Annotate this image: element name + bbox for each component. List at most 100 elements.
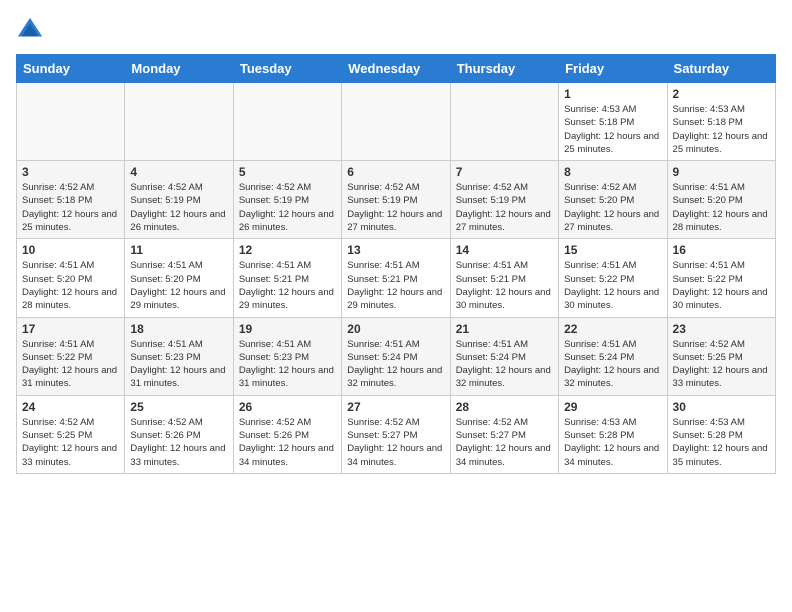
logo-icon: [16, 16, 44, 44]
day-info: Sunrise: 4:51 AM Sunset: 5:24 PM Dayligh…: [456, 338, 553, 391]
day-info: Sunrise: 4:52 AM Sunset: 5:19 PM Dayligh…: [347, 181, 444, 234]
day-info: Sunrise: 4:51 AM Sunset: 5:24 PM Dayligh…: [347, 338, 444, 391]
calendar-cell: 30Sunrise: 4:53 AM Sunset: 5:28 PM Dayli…: [667, 395, 775, 473]
day-info: Sunrise: 4:51 AM Sunset: 5:20 PM Dayligh…: [22, 259, 119, 312]
calendar-cell: [17, 83, 125, 161]
calendar-day-header: Sunday: [17, 55, 125, 83]
calendar-cell: 6 Sunrise: 4:52 AM Sunset: 5:19 PM Daylig…: [342, 161, 450, 239]
day-number: 23: [673, 322, 770, 336]
day-info: Sunrise: 4:51 AM Sunset: 5:22 PM Dayligh…: [564, 259, 661, 312]
day-number: 17: [22, 322, 119, 336]
day-info: Sunrise: 4:51 AM Sunset: 5:23 PM Dayligh…: [239, 338, 336, 391]
day-info: Sunrise: 4:51 AM Sunset: 5:21 PM Dayligh…: [456, 259, 553, 312]
day-info: Sunrise: 4:53 AM Sunset: 5:28 PM Dayligh…: [564, 416, 661, 469]
day-info: Sunrise: 4:53 AM Sunset: 5:18 PM Dayligh…: [673, 103, 770, 156]
day-number: 11: [130, 243, 227, 257]
calendar-cell: 1 Sunrise: 4:53 AM Sunset: 5:18 PM Daylig…: [559, 83, 667, 161]
calendar-header-row: SundayMondayTuesdayWednesdayThursdayFrid…: [17, 55, 776, 83]
day-info: Sunrise: 4:51 AM Sunset: 5:24 PM Dayligh…: [564, 338, 661, 391]
calendar-cell: 20 Sunrise: 4:51 AM Sunset: 5:24 PM Dayli…: [342, 317, 450, 395]
day-info: Sunrise: 4:52 AM Sunset: 5:27 PM Dayligh…: [456, 416, 553, 469]
logo: [16, 16, 48, 44]
day-number: 27: [347, 400, 444, 414]
calendar-cell: 21 Sunrise: 4:51 AM Sunset: 5:24 PM Dayli…: [450, 317, 558, 395]
day-number: 3: [22, 165, 119, 179]
calendar-cell: 15 Sunrise: 4:51 AM Sunset: 5:22 PM Dayli…: [559, 239, 667, 317]
day-number: 28: [456, 400, 553, 414]
calendar-cell: 9 Sunrise: 4:51 AM Sunset: 5:20 PM Daylig…: [667, 161, 775, 239]
day-number: 6: [347, 165, 444, 179]
day-number: 29: [564, 400, 661, 414]
day-number: 4: [130, 165, 227, 179]
calendar-cell: [450, 83, 558, 161]
day-info: Sunrise: 4:52 AM Sunset: 5:27 PM Dayligh…: [347, 416, 444, 469]
day-number: 8: [564, 165, 661, 179]
day-info: Sunrise: 4:51 AM Sunset: 5:20 PM Dayligh…: [673, 181, 770, 234]
calendar-cell: 22Sunrise: 4:51 AM Sunset: 5:24 PM Dayli…: [559, 317, 667, 395]
day-info: Sunrise: 4:51 AM Sunset: 5:21 PM Dayligh…: [347, 259, 444, 312]
day-number: 1: [564, 87, 661, 101]
calendar-cell: 4Sunrise: 4:52 AM Sunset: 5:19 PM Daylig…: [125, 161, 233, 239]
day-info: Sunrise: 4:52 AM Sunset: 5:19 PM Dayligh…: [456, 181, 553, 234]
day-number: 26: [239, 400, 336, 414]
day-number: 25: [130, 400, 227, 414]
day-number: 12: [239, 243, 336, 257]
day-info: Sunrise: 4:51 AM Sunset: 5:22 PM Dayligh…: [22, 338, 119, 391]
calendar-cell: 27 Sunrise: 4:52 AM Sunset: 5:27 PM Dayli…: [342, 395, 450, 473]
day-number: 30: [673, 400, 770, 414]
day-number: 2: [673, 87, 770, 101]
day-info: Sunrise: 4:52 AM Sunset: 5:25 PM Dayligh…: [673, 338, 770, 391]
day-info: Sunrise: 4:53 AM Sunset: 5:18 PM Dayligh…: [564, 103, 661, 156]
calendar-day-header: Friday: [559, 55, 667, 83]
calendar-cell: [342, 83, 450, 161]
calendar-cell: 13 Sunrise: 4:51 AM Sunset: 5:21 PM Dayli…: [342, 239, 450, 317]
day-info: Sunrise: 4:51 AM Sunset: 5:20 PM Dayligh…: [130, 259, 227, 312]
day-number: 7: [456, 165, 553, 179]
calendar-cell: 11 Sunrise: 4:51 AM Sunset: 5:20 PM Dayli…: [125, 239, 233, 317]
day-number: 19: [239, 322, 336, 336]
calendar-cell: 7 Sunrise: 4:52 AM Sunset: 5:19 PM Daylig…: [450, 161, 558, 239]
day-number: 16: [673, 243, 770, 257]
calendar-table: SundayMondayTuesdayWednesdayThursdayFrid…: [16, 54, 776, 474]
calendar-day-header: Thursday: [450, 55, 558, 83]
day-number: 15: [564, 243, 661, 257]
calendar-cell: 24Sunrise: 4:52 AM Sunset: 5:25 PM Dayli…: [17, 395, 125, 473]
day-info: Sunrise: 4:51 AM Sunset: 5:22 PM Dayligh…: [673, 259, 770, 312]
day-number: 20: [347, 322, 444, 336]
day-info: Sunrise: 4:52 AM Sunset: 5:18 PM Dayligh…: [22, 181, 119, 234]
calendar-cell: 28 Sunrise: 4:52 AM Sunset: 5:27 PM Dayli…: [450, 395, 558, 473]
calendar-day-header: Tuesday: [233, 55, 341, 83]
calendar-day-header: Saturday: [667, 55, 775, 83]
day-number: 18: [130, 322, 227, 336]
calendar-cell: 18Sunrise: 4:51 AM Sunset: 5:23 PM Dayli…: [125, 317, 233, 395]
day-number: 9: [673, 165, 770, 179]
calendar-cell: [125, 83, 233, 161]
calendar-cell: 25 Sunrise: 4:52 AM Sunset: 5:26 PM Dayli…: [125, 395, 233, 473]
calendar-day-header: Wednesday: [342, 55, 450, 83]
calendar-cell: 26 Sunrise: 4:52 AM Sunset: 5:26 PM Dayli…: [233, 395, 341, 473]
day-info: Sunrise: 4:51 AM Sunset: 5:21 PM Dayligh…: [239, 259, 336, 312]
day-info: Sunrise: 4:52 AM Sunset: 5:19 PM Dayligh…: [239, 181, 336, 234]
calendar-cell: 17 Sunrise: 4:51 AM Sunset: 5:22 PM Dayli…: [17, 317, 125, 395]
calendar-day-header: Monday: [125, 55, 233, 83]
calendar-week-row: 1 Sunrise: 4:53 AM Sunset: 5:18 PM Daylig…: [17, 83, 776, 161]
calendar-cell: 16 Sunrise: 4:51 AM Sunset: 5:22 PM Dayli…: [667, 239, 775, 317]
day-info: Sunrise: 4:52 AM Sunset: 5:26 PM Dayligh…: [239, 416, 336, 469]
calendar-cell: 19 Sunrise: 4:51 AM Sunset: 5:23 PM Dayli…: [233, 317, 341, 395]
calendar-cell: 2 Sunrise: 4:53 AM Sunset: 5:18 PM Daylig…: [667, 83, 775, 161]
day-number: 21: [456, 322, 553, 336]
day-number: 10: [22, 243, 119, 257]
calendar-cell: 14Sunrise: 4:51 AM Sunset: 5:21 PM Dayli…: [450, 239, 558, 317]
day-number: 5: [239, 165, 336, 179]
calendar-cell: 5 Sunrise: 4:52 AM Sunset: 5:19 PM Daylig…: [233, 161, 341, 239]
day-number: 13: [347, 243, 444, 257]
calendar-week-row: 10 Sunrise: 4:51 AM Sunset: 5:20 PM Dayli…: [17, 239, 776, 317]
day-info: Sunrise: 4:52 AM Sunset: 5:26 PM Dayligh…: [130, 416, 227, 469]
calendar-cell: 3 Sunrise: 4:52 AM Sunset: 5:18 PM Daylig…: [17, 161, 125, 239]
calendar-cell: 12 Sunrise: 4:51 AM Sunset: 5:21 PM Dayli…: [233, 239, 341, 317]
calendar-week-row: 17 Sunrise: 4:51 AM Sunset: 5:22 PM Dayli…: [17, 317, 776, 395]
day-info: Sunrise: 4:52 AM Sunset: 5:25 PM Dayligh…: [22, 416, 119, 469]
calendar-cell: [233, 83, 341, 161]
calendar-cell: 23 Sunrise: 4:52 AM Sunset: 5:25 PM Dayli…: [667, 317, 775, 395]
calendar-cell: 29 Sunrise: 4:53 AM Sunset: 5:28 PM Dayli…: [559, 395, 667, 473]
